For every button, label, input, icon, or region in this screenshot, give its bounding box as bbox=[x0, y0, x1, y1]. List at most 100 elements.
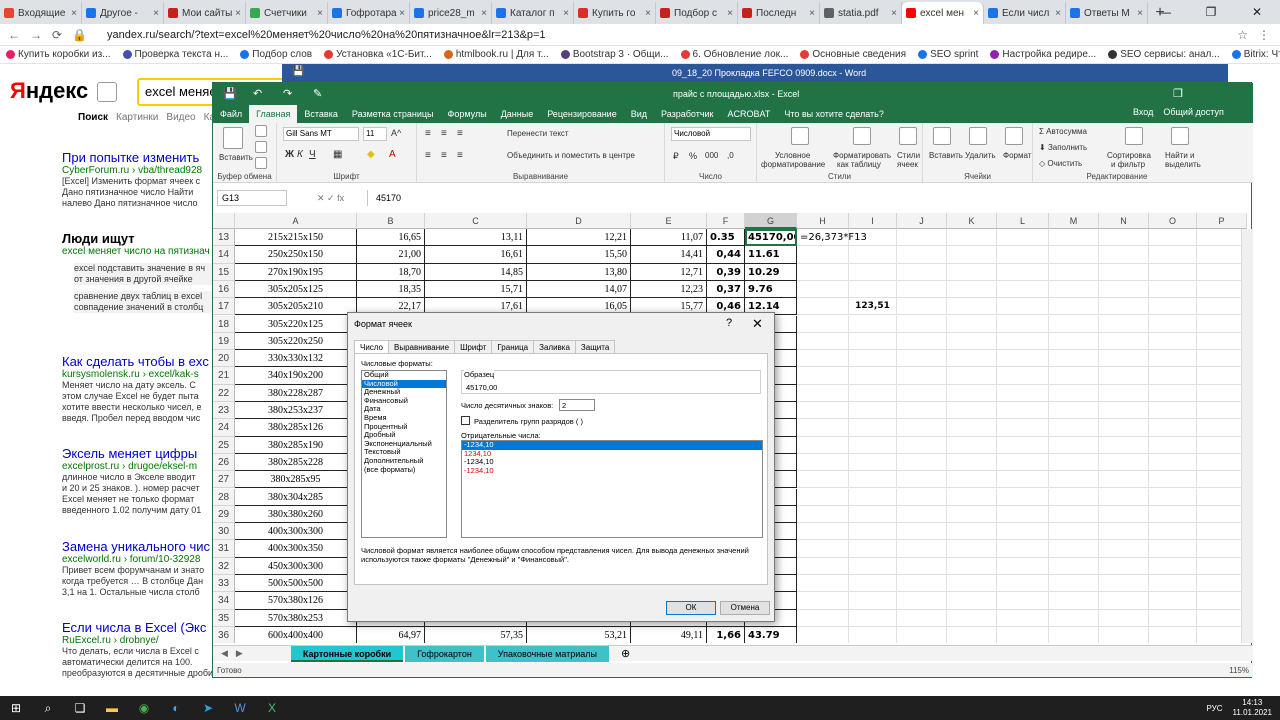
row-header[interactable]: 16 bbox=[213, 280, 235, 299]
decimals-spinner[interactable]: 2 bbox=[559, 399, 595, 411]
bookmark-item[interactable]: SEO sprint bbox=[918, 49, 978, 60]
cell-e16[interactable]: 12,23 bbox=[631, 280, 707, 299]
cell-a34[interactable]: 570x380x126 bbox=[235, 592, 357, 610]
reload-icon[interactable]: ⟳ bbox=[52, 28, 62, 42]
sheet-tab-boxes[interactable]: Картонные коробки bbox=[290, 645, 404, 662]
cell-o22[interactable] bbox=[1149, 384, 1197, 402]
cell-k13[interactable] bbox=[947, 229, 997, 247]
decimal-icon[interactable]: ,0 bbox=[727, 151, 734, 160]
cell-m24[interactable] bbox=[1049, 419, 1099, 437]
cell-l29[interactable] bbox=[997, 505, 1049, 524]
cell-l28[interactable] bbox=[997, 488, 1049, 506]
cell-j23[interactable] bbox=[897, 402, 947, 420]
cell-h25[interactable] bbox=[797, 436, 849, 454]
cell-e13[interactable]: 11,07 bbox=[631, 229, 707, 247]
cell-l21[interactable] bbox=[997, 367, 1049, 385]
cell-n24[interactable] bbox=[1099, 419, 1149, 437]
cell-c14[interactable]: 16,61 bbox=[425, 246, 527, 264]
cell-m26[interactable] bbox=[1049, 453, 1099, 472]
cell-o31[interactable] bbox=[1149, 540, 1197, 558]
cell-k32[interactable] bbox=[947, 557, 997, 575]
tab-close-icon[interactable]: × bbox=[153, 8, 159, 19]
italic-icon[interactable]: К bbox=[297, 149, 303, 160]
cell-i19[interactable] bbox=[849, 332, 897, 351]
cell-o18[interactable] bbox=[1149, 315, 1197, 333]
cell-p32[interactable] bbox=[1197, 557, 1247, 575]
cell-f36[interactable]: 1,66 bbox=[707, 626, 745, 643]
cell-k29[interactable] bbox=[947, 505, 997, 524]
cell-h24[interactable] bbox=[797, 419, 849, 437]
cell-h26[interactable] bbox=[797, 453, 849, 472]
cell-k36[interactable] bbox=[947, 626, 997, 643]
cell-n17[interactable] bbox=[1099, 298, 1149, 316]
cell-n32[interactable] bbox=[1099, 557, 1149, 575]
row-header[interactable]: 18 bbox=[213, 315, 235, 333]
column-header[interactable]: C bbox=[425, 213, 527, 229]
cell-n30[interactable] bbox=[1099, 523, 1149, 541]
conditional-format-line2[interactable]: форматирование bbox=[761, 160, 825, 169]
sheet-nav-next-icon[interactable]: ▶ bbox=[236, 648, 251, 659]
redo-icon[interactable]: ↷ bbox=[283, 87, 292, 100]
cell-n14[interactable] bbox=[1099, 246, 1149, 264]
cell-h15[interactable] bbox=[797, 263, 849, 281]
paste-button[interactable]: Вставить bbox=[219, 153, 253, 162]
cell-i21[interactable] bbox=[849, 367, 897, 385]
cell-m29[interactable] bbox=[1049, 505, 1099, 524]
align-top-icon[interactable]: ≡ bbox=[425, 128, 431, 139]
fill-color-icon[interactable]: ◆ bbox=[367, 149, 375, 160]
column-header[interactable]: L bbox=[997, 213, 1049, 229]
dialog-close-icon[interactable]: ✕ bbox=[752, 316, 763, 332]
cell-n29[interactable] bbox=[1099, 505, 1149, 524]
cell-e36[interactable]: 49,11 bbox=[631, 626, 707, 643]
close-icon[interactable]: ✕ bbox=[1234, 0, 1280, 24]
cell-m35[interactable] bbox=[1049, 609, 1099, 627]
delete-cells-icon[interactable] bbox=[969, 127, 987, 145]
cell-p22[interactable] bbox=[1197, 384, 1247, 402]
cell-m33[interactable] bbox=[1049, 575, 1099, 593]
bookmark-item[interactable]: Купить коробки из... bbox=[6, 49, 111, 60]
sort-filter-icon[interactable] bbox=[1125, 127, 1143, 145]
cell-n36[interactable] bbox=[1099, 626, 1149, 643]
language-indicator[interactable]: РУС bbox=[1207, 704, 1223, 713]
cell-l17[interactable] bbox=[997, 298, 1049, 316]
cell-b15[interactable]: 18,70 bbox=[357, 263, 425, 281]
cell-b16[interactable]: 18,35 bbox=[357, 280, 425, 299]
column-header[interactable]: J bbox=[897, 213, 947, 229]
cell-i20[interactable] bbox=[849, 350, 897, 368]
tab-close-icon[interactable]: × bbox=[235, 8, 241, 19]
cell-l26[interactable] bbox=[997, 453, 1049, 472]
format-table-icon[interactable] bbox=[853, 127, 871, 145]
cell-j16[interactable] bbox=[897, 280, 947, 299]
cell-k33[interactable] bbox=[947, 575, 997, 593]
cell-k28[interactable] bbox=[947, 488, 997, 506]
cell-i22[interactable] bbox=[849, 384, 897, 402]
column-header[interactable]: N bbox=[1099, 213, 1149, 229]
format-cells-button[interactable]: Формат bbox=[1003, 151, 1031, 160]
cell-i26[interactable] bbox=[849, 453, 897, 472]
ribbon-tab[interactable]: Главная bbox=[249, 105, 298, 123]
column-header[interactable]: D bbox=[527, 213, 631, 229]
cell-c13[interactable]: 13,11 bbox=[425, 229, 527, 247]
cell-h35[interactable] bbox=[797, 609, 849, 627]
cell-o23[interactable] bbox=[1149, 402, 1197, 420]
cell-i29[interactable] bbox=[849, 505, 897, 524]
format-painter-icon[interactable] bbox=[255, 157, 267, 169]
browser-tab[interactable]: statia.pdf × bbox=[820, 2, 902, 24]
browser-tab[interactable]: Счетчики × bbox=[246, 2, 328, 24]
minimize-icon[interactable]: — bbox=[1142, 0, 1188, 24]
cell-i23[interactable] bbox=[849, 402, 897, 420]
cell-i36[interactable] bbox=[849, 626, 897, 643]
telegram-icon[interactable]: ➤ bbox=[192, 696, 224, 720]
cell-n25[interactable] bbox=[1099, 436, 1149, 454]
cell-j33[interactable] bbox=[897, 575, 947, 593]
row-header[interactable]: 22 bbox=[213, 384, 235, 402]
row-header[interactable]: 32 bbox=[213, 557, 235, 575]
cell-j31[interactable] bbox=[897, 540, 947, 558]
bookmark-item[interactable]: Подбор слов bbox=[240, 49, 312, 60]
cell-l23[interactable] bbox=[997, 402, 1049, 420]
cell-h36[interactable] bbox=[797, 626, 849, 643]
cell-c16[interactable]: 15,71 bbox=[425, 280, 527, 299]
cell-j30[interactable] bbox=[897, 523, 947, 541]
cell-p35[interactable] bbox=[1197, 609, 1247, 627]
ribbon-tab[interactable]: Разметка страницы bbox=[345, 109, 441, 119]
